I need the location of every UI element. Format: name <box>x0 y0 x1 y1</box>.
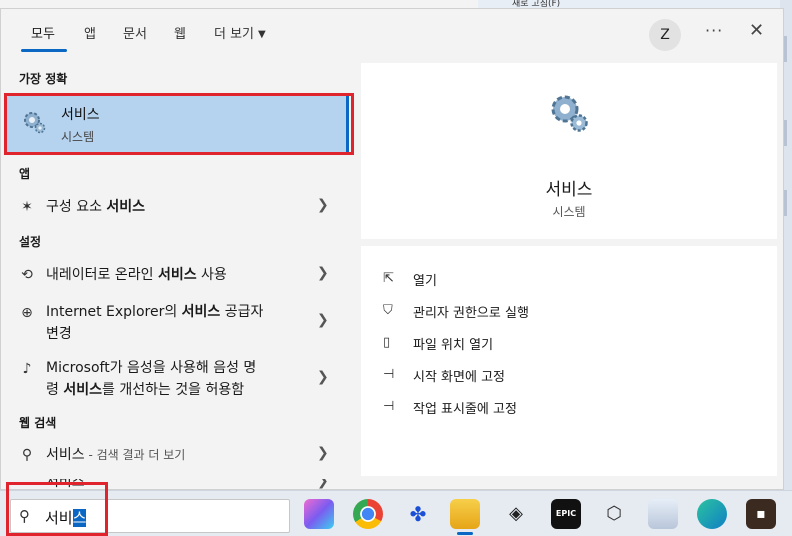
chevron-right-icon: ❯ <box>317 445 329 461</box>
tab-all[interactable]: 모두 <box>31 23 55 42</box>
pin-icon: ⊣ <box>383 367 395 382</box>
more-options-icon[interactable]: ··· <box>705 21 723 40</box>
section-settings: 설정 <box>19 235 42 249</box>
pin-icon: ⊣ <box>383 399 395 414</box>
section-web-search: 웹 검색 <box>19 416 57 430</box>
minecraft-icon[interactable]: ▪ <box>746 499 776 529</box>
web-search-result[interactable]: ⚲ 서비스 - 검색 결과 더 보기 ❯ <box>1 441 357 471</box>
settings-result-speech[interactable]: ♪ Microsoft가 음성을 사용해 음성 명령 서비스를 개선하는 것을 … <box>1 353 357 409</box>
details-title: 서비스 <box>545 180 593 200</box>
internet-options-icon: ⊕ <box>21 305 33 321</box>
file-location-icon: ▯ <box>383 335 391 350</box>
tab-apps[interactable]: 앱 <box>84 23 96 42</box>
action-label: 작업 표시줄에 고정 <box>413 402 517 417</box>
active-app-indicator <box>457 532 473 535</box>
settings-result-ie-provider[interactable]: ⊕ Internet Explorer의 서비스 공급자 변경 ❯ <box>1 297 357 349</box>
action-label: 관리자 권한으로 실행 <box>413 306 529 321</box>
tab-web[interactable]: 웹 <box>174 23 186 42</box>
chevron-right-icon: ❯ <box>317 312 329 328</box>
unity-icon[interactable]: ⬡ <box>599 499 629 529</box>
section-best-match: 가장 정확 <box>19 72 68 86</box>
chrome-icon[interactable] <box>353 499 383 529</box>
annotation-box-best-match <box>4 93 354 155</box>
tab-more[interactable]: 더 보기 ▼ <box>214 23 266 42</box>
section-apps: 앱 <box>19 167 31 181</box>
close-icon[interactable]: ✕ <box>749 20 764 41</box>
narrator-icon: ⟲ <box>21 267 33 283</box>
action-label: 시작 화면에 고정 <box>413 370 505 385</box>
settings-result-label: 내레이터로 온라인 서비스 사용 <box>46 267 227 283</box>
chevron-right-icon: ❯ <box>317 265 329 281</box>
avatar[interactable]: Z <box>649 19 681 51</box>
search-icon: ⚲ <box>21 447 33 463</box>
app-dark-icon[interactable]: ◈ <box>501 499 531 529</box>
annotation-box-search <box>6 482 108 536</box>
active-tab-indicator <box>21 49 67 52</box>
chevron-right-icon: ❯ <box>317 197 329 213</box>
chevron-down-icon: ▼ <box>258 29 266 40</box>
file-explorer-icon[interactable] <box>450 499 480 529</box>
settings-result-label: Internet Explorer의 서비스 공급자 변경 <box>46 304 264 342</box>
app-blue-icon[interactable]: ✤ <box>403 499 433 529</box>
details-card: 서비스 시스템 <box>361 63 777 239</box>
services-gear-icon <box>551 95 588 132</box>
details-actions: ⇱ 열기 ⛉ 관리자 권한으로 실행 ▯ 파일 위치 열기 ⊣ 시작 화면에 고… <box>361 246 777 476</box>
edge-icon[interactable] <box>697 499 727 529</box>
shield-icon: ⛉ <box>383 303 393 318</box>
settings-result-label: Microsoft가 음성을 사용해 음성 명령 서비스를 개선하는 것을 허용… <box>46 360 257 398</box>
epic-games-icon[interactable]: EPIC <box>551 499 581 529</box>
chevron-right-icon: ❯ <box>317 369 329 385</box>
web-search-label: 서비스 - 검색 결과 더 보기 <box>46 447 186 463</box>
component-services-icon: ✶ <box>21 199 33 215</box>
settings-result-narrator[interactable]: ⟲ 내레이터로 온라인 서비스 사용 ❯ <box>1 261 357 295</box>
action-label: 파일 위치 열기 <box>413 338 494 353</box>
action-label: 열기 <box>413 274 437 289</box>
search-header: 모두 앱 문서 웹 더 보기 ▼ Z ··· ✕ <box>1 9 783 63</box>
speech-icon: ♪ <box>22 361 32 377</box>
chevron-right-icon: ❯ <box>317 479 329 489</box>
tab-documents[interactable]: 문서 <box>123 23 147 42</box>
open-icon: ⇱ <box>383 271 394 286</box>
app-image-icon[interactable] <box>648 499 678 529</box>
app-result-component-services[interactable]: ✶ 구성 요소 서비스 ❯ <box>1 193 357 225</box>
tab-more-label: 더 보기 <box>214 27 255 42</box>
copilot-icon[interactable] <box>304 499 334 529</box>
app-result-label: 구성 요소 서비스 <box>46 199 146 215</box>
details-subtitle: 시스템 <box>552 205 586 219</box>
